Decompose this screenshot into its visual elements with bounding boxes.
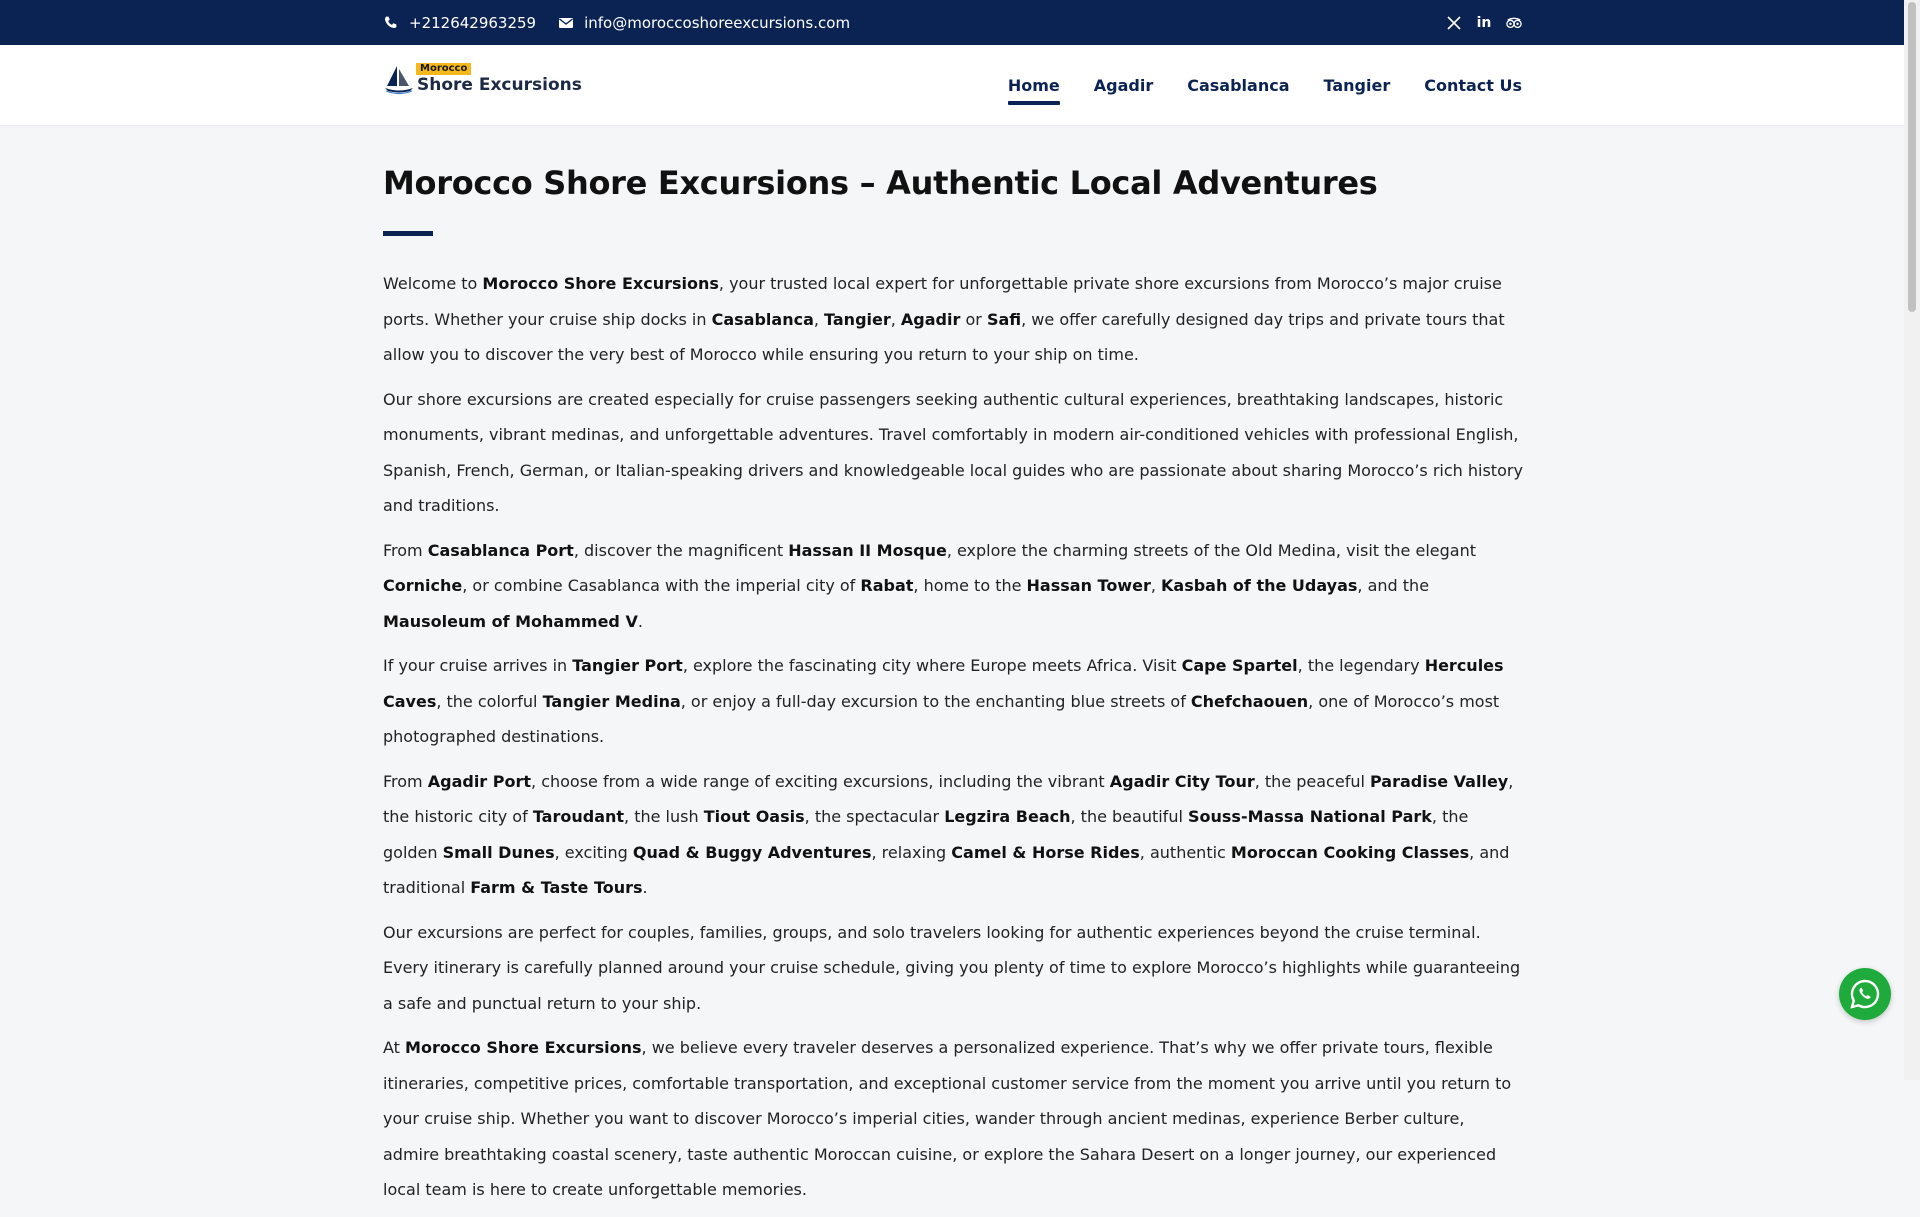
nav-home[interactable]: Home [1007,76,1060,105]
social-links: in [1446,0,1522,45]
text-run: , the lush [624,807,704,826]
text-run: , [813,309,825,329]
bold-text: Morocco Shore Excursions [482,274,719,293]
text-run: , authentic [1139,842,1231,862]
intro-paragraph: If your cruise arrives in Tangier Port, … [383,648,1523,755]
text-run: , the beautiful [1070,807,1188,826]
nav-casablanca[interactable]: Casablanca [1187,76,1289,95]
bold-text: Casablanca [711,309,814,329]
nav-agadir[interactable]: Agadir [1094,76,1153,95]
text-run: , the legendary [1297,656,1425,675]
text-run: From [383,771,428,791]
text-run: , the colorful [436,691,543,711]
scrollbar-thumb[interactable] [1908,2,1916,312]
text-run: or [960,309,987,329]
text-run: Our shore excursions are created especia… [383,389,1523,516]
email-link[interactable]: info@moroccoshoreexcursions.com [558,14,850,32]
bold-text: Corniche [383,576,463,595]
main-nav: Home Agadir Casablanca Tangier Contact U… [1007,45,1522,125]
ship-logo-icon [383,63,415,95]
text-run: , choose from a wide range of exciting e… [531,771,1110,791]
intro-text: Welcome to Morocco Shore Excursions, you… [383,266,1523,1208]
phone-link[interactable]: +212642963259 [383,14,536,32]
text-run: , and the [1357,576,1430,595]
phone-icon [383,15,399,31]
text-run: , discover the magnificent [573,540,789,560]
bold-text: Casablanca Port [427,540,574,560]
logo-tag: Morocco [416,63,472,75]
text-run: . [642,878,648,897]
bold-text: Cape Spartel [1181,656,1298,675]
bold-text: Paradise Valley [1370,771,1509,791]
bold-text: Camel & Horse Rides [951,842,1140,862]
intro-paragraph: At Morocco Shore Excursions, we believe … [383,1030,1523,1208]
main-content: Morocco Shore Excursions – Authentic Loc… [383,160,1523,1217]
bold-text: Tangier Port [572,656,683,675]
text-run: , the spectacular [804,807,945,826]
text-run: , exciting [554,842,633,862]
bold-text: Hassan II Mosque [788,540,947,560]
phone-number: +212642963259 [409,13,537,32]
intro-paragraph: From Casablanca Port, discover the magni… [383,533,1523,640]
bold-text: Mausoleum of Mohammed V [383,611,638,631]
text-run: , [1150,576,1161,595]
bold-text: Safi [986,309,1022,329]
text-run: . [637,611,643,631]
text-run: From [383,540,428,560]
bold-text: Agadir Port [427,771,532,791]
tripadvisor-icon[interactable] [1506,15,1522,31]
site-header: Morocco Shore Excursions Home Agadir Cas… [0,45,1904,125]
nav-tangier[interactable]: Tangier [1323,76,1390,95]
text-run: , explore the fascinating city where Eur… [682,656,1182,675]
text-run: At [383,1038,406,1057]
bold-text: Moroccan Cooking Classes [1230,842,1470,862]
page-scrollbar[interactable] [1904,0,1920,1080]
text-run: If your cruise arrives in [383,656,573,675]
x-twitter-icon[interactable] [1446,15,1462,31]
site-logo[interactable]: Morocco Shore Excursions [383,59,582,109]
contact-info: +212642963259 info@moroccoshoreexcursion… [383,0,872,45]
intro-paragraph: Our shore excursions are created especia… [383,382,1523,524]
bold-text: Rabat [860,576,914,595]
bold-text: Kasbah of the Udayas [1161,576,1358,595]
bold-text: Agadir City Tour [1109,771,1255,791]
logo-name: Shore Excursions [417,75,582,95]
text-run: , we believe every traveler deserves a p… [383,1038,1512,1199]
text-run: , relaxing [871,842,952,862]
bold-text: Taroudant [532,807,625,826]
top-bar: +212642963259 info@moroccoshoreexcursion… [0,0,1904,45]
intro-paragraph: From Agadir Port, choose from a wide ran… [383,764,1523,906]
bold-text: Agadir [900,309,961,329]
envelope-icon [558,15,574,31]
text-run: , or enjoy a full-day excursion to the e… [680,691,1191,711]
bold-text: Morocco Shore Excursions [405,1038,642,1057]
text-run: , [890,309,901,329]
text-run: , explore the charming streets of the Ol… [946,540,1476,560]
bold-text: Tangier Medina [542,691,681,711]
text-run: Our excursions are perfect for couples, … [383,922,1521,1013]
bold-text: Legzira Beach [944,807,1071,826]
bold-text: Quad & Buggy Adventures [632,842,872,862]
email-address: info@moroccoshoreexcursions.com [584,13,851,32]
bold-text: Souss-Massa National Park [1187,807,1432,826]
title-underline [383,231,433,236]
bold-text: Small Dunes [442,842,555,862]
nav-contact-us[interactable]: Contact Us [1424,76,1522,95]
whatsapp-icon [1850,979,1880,1009]
bold-text: Chefchaouen [1190,691,1309,711]
page-title: Morocco Shore Excursions – Authentic Loc… [383,164,1378,202]
text-run: , the peaceful [1254,771,1370,791]
text-run: Welcome to [383,274,483,293]
intro-paragraph: Our excursions are perfect for couples, … [383,915,1523,1022]
bold-text: Tiout Oasis [703,807,805,826]
text-run: , home to the [913,576,1027,595]
bold-text: Hassan Tower [1026,576,1151,595]
text-run: , or combine Casablanca with the imperia… [462,576,861,595]
intro-paragraph: Welcome to Morocco Shore Excursions, you… [383,266,1523,373]
linkedin-icon[interactable]: in [1476,15,1492,31]
bold-text: Farm & Taste Tours [470,878,643,897]
whatsapp-button[interactable] [1839,968,1891,1020]
bold-text: Tangier [824,309,891,329]
